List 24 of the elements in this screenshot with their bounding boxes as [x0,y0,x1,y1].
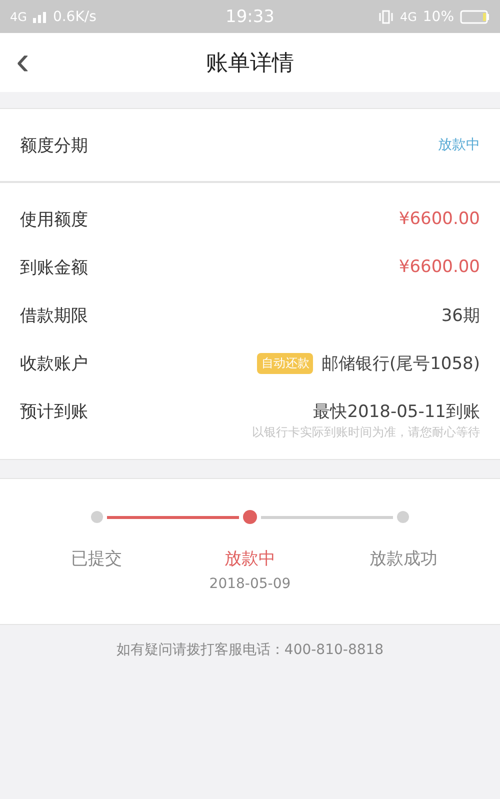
status-text: 放款中 [438,136,480,154]
signal-icon [32,10,47,22]
row-value: ¥6600.00 [398,209,480,229]
step-label: 放款成功 [369,548,438,570]
step-label: 放款中 [224,548,276,570]
row-value: 36期 [441,304,480,326]
hotline-text: 如有疑问请拨打客服电话：400-810-8818 [116,642,384,658]
row-label: 借款期限 [20,304,88,326]
row-label: 收款账户 [20,352,88,374]
step-label: 已提交 [71,548,122,570]
row-label: 预计到账 [20,400,88,422]
row-label: 到账金额 [20,256,88,278]
back-button[interactable]: ‹ [10,41,36,81]
row-value: ¥6600.00 [398,257,480,277]
row-value: 最快2018-05-11到账 [313,400,480,422]
row-label: 使用额度 [20,208,88,230]
auto-repay-badge: 自动还款 [257,352,314,374]
vibrate-icon [378,10,394,24]
step-date: 2018-05-09 [209,576,291,592]
row-label: 额度分期 [20,134,88,156]
row-value: 邮储银行(尾号1058) [321,352,480,374]
battery-icon [460,10,490,24]
note-text: 以银行卡实际到账时间为准，请您耐心等待 [252,425,480,439]
page-title: 账单详情 [206,50,294,78]
